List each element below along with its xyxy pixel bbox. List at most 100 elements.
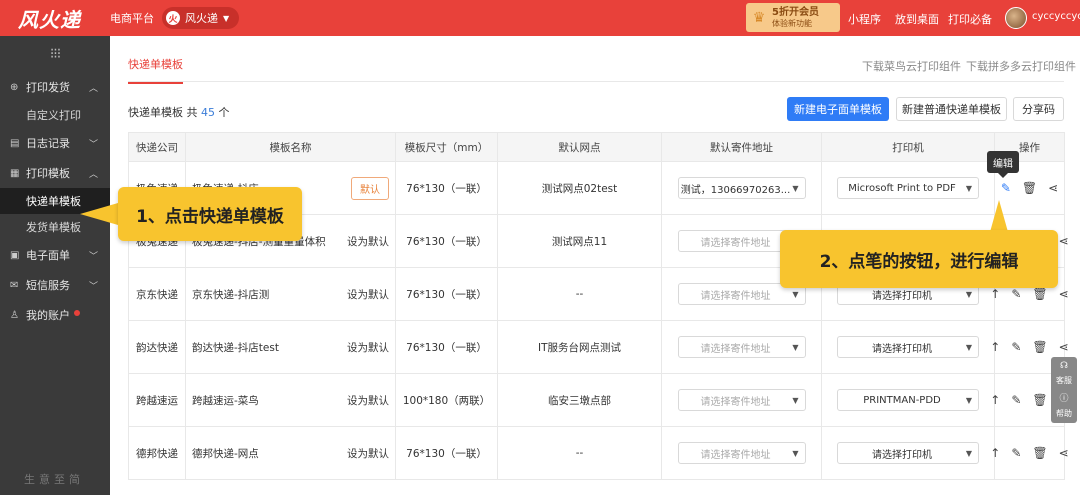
- template-table: 快递公司 模板名称 模板尺寸（mm） 默认网点 默认寄件地址 打印机 操作 极兔…: [128, 132, 1069, 480]
- header-company: 快递公司: [128, 133, 186, 161]
- sidebar-item-logs[interactable]: ▤ 日志记录 ﹀: [0, 128, 110, 158]
- sidebar-item-custom-print[interactable]: 自定义打印: [0, 102, 110, 128]
- outlet-cell: --: [498, 268, 662, 320]
- callout-step2: 2、点笔的按钮，进行编辑: [780, 230, 1058, 288]
- template-count: 快递单模板 共 45 个: [128, 106, 230, 119]
- set-default-button[interactable]: 设为默认: [347, 393, 389, 408]
- username[interactable]: cyccyccyc: [1032, 11, 1080, 22]
- printer-cell: Microsoft Print to PDF ▼: [822, 162, 995, 214]
- vip-promo-button[interactable]: ♛ 5折开会员 体验新功能: [746, 3, 840, 32]
- size-cell: 76*130（一联）: [396, 268, 498, 320]
- outlet-cell: 临安三墩点部: [498, 374, 662, 426]
- share-icon[interactable]: ⋖: [1048, 181, 1058, 195]
- edit-pencil-icon[interactable]: ✎: [1011, 446, 1021, 460]
- address-value: 请选择寄件地址: [700, 237, 771, 249]
- header-printer: 打印机: [822, 133, 995, 161]
- trash-icon[interactable]: 🗑: [1032, 393, 1047, 407]
- callout-arrow: [990, 200, 1008, 232]
- sidebar-item-print-ship[interactable]: ⊕ 打印发货 ︿: [0, 72, 110, 102]
- trash-icon[interactable]: 🗑: [1032, 446, 1047, 460]
- arrow-up-icon[interactable]: ↑: [990, 340, 1000, 354]
- chevron-up-icon: ︿: [88, 83, 98, 94]
- chevron-down-icon: ﹀: [88, 281, 98, 292]
- share-code-button[interactable]: 分享码: [1013, 97, 1064, 121]
- user-icon: ♙: [10, 309, 19, 321]
- trash-icon[interactable]: 🗑: [1032, 340, 1047, 354]
- chevron-down-icon: ▼: [792, 448, 799, 458]
- avatar[interactable]: [1005, 7, 1027, 29]
- printer-value: 请选择打印机: [872, 343, 932, 355]
- sms-icon: ✉: [10, 279, 19, 291]
- vip-title: 5折开会员: [772, 6, 819, 18]
- edit-pencil-icon[interactable]: ✎: [1011, 340, 1021, 354]
- chevron-down-icon: ▼: [965, 395, 972, 405]
- waybill-icon: ▣: [10, 249, 20, 261]
- tab-express-template[interactable]: 快递单模板: [128, 56, 183, 84]
- arrow-up-icon[interactable]: ↑: [990, 393, 1000, 407]
- set-default-button[interactable]: 设为默认: [347, 234, 389, 249]
- size-cell: 76*130（一联）: [396, 162, 498, 214]
- app-logo[interactable]: 风火递: [18, 4, 98, 33]
- address-select[interactable]: 测试，13066970263... ▼: [677, 177, 806, 199]
- chevron-down-icon: ▼: [965, 183, 972, 193]
- shop-badge-icon: 火: [166, 11, 180, 25]
- sidebar-item-print-templates[interactable]: ▦ 打印模板 ︿: [0, 158, 110, 188]
- sidebar-item-electronic-waybill[interactable]: ▣ 电子面单 ﹀: [0, 240, 110, 270]
- edit-pencil-icon[interactable]: ✎: [1011, 393, 1021, 407]
- name-cell: 京东快递-抖店测 设为默认: [186, 268, 396, 320]
- chevron-down-icon: ▼: [965, 289, 972, 299]
- help-label[interactable]: 帮助: [1056, 408, 1072, 419]
- set-default-button[interactable]: 设为默认: [347, 287, 389, 302]
- headset-icon[interactable]: ☊: [1060, 361, 1068, 371]
- address-select[interactable]: 请选择寄件地址 ▼: [677, 442, 806, 464]
- size-cell: 76*130（一联）: [396, 215, 498, 267]
- grid-menu-icon[interactable]: ⁝⁝⁝: [0, 36, 110, 72]
- set-default-button[interactable]: 设为默认: [347, 340, 389, 355]
- help-icon[interactable]: ⓘ: [1059, 391, 1068, 404]
- arrow-up-icon[interactable]: ↑: [990, 446, 1000, 460]
- mini-program-link[interactable]: 小程序: [848, 11, 881, 27]
- trash-icon[interactable]: 🗑: [1022, 181, 1037, 195]
- printer-select[interactable]: 请选择打印机 ▼: [837, 336, 979, 358]
- sidebar-item-account[interactable]: ♙ 我的账户: [0, 300, 110, 330]
- shop-selector[interactable]: 火 风火递 ▼: [162, 7, 240, 29]
- shop-name: 风火递: [185, 12, 218, 25]
- edit-pencil-icon[interactable]: ✎: [1011, 287, 1021, 301]
- set-default-button[interactable]: 设为默认: [347, 446, 389, 461]
- edit-pencil-icon[interactable]: ✎: [1001, 181, 1011, 195]
- download-pdd-link[interactable]: 下载拼多多云打印组件: [966, 58, 1076, 74]
- new-normal-template-button[interactable]: 新建普通快递单模板: [896, 97, 1007, 121]
- add-to-desktop-link[interactable]: 放到桌面: [895, 11, 939, 27]
- share-icon[interactable]: ⋖: [1059, 287, 1069, 301]
- company-cell: 京东快递: [128, 268, 186, 320]
- trash-icon[interactable]: 🗑: [1032, 287, 1047, 301]
- sidebar-item-sms[interactable]: ✉ 短信服务 ﹀: [0, 270, 110, 300]
- default-badge: 默认: [351, 176, 389, 200]
- header-address: 默认寄件地址: [662, 133, 822, 161]
- chevron-down-icon: ▼: [792, 395, 799, 405]
- share-icon[interactable]: ⋖: [1059, 446, 1069, 460]
- header-outlet: 默认网点: [498, 133, 662, 161]
- chevron-down-icon: ﹀: [88, 139, 98, 150]
- printer-value: 请选择打印机: [872, 290, 932, 302]
- header-name: 模板名称: [186, 133, 396, 161]
- printer-select[interactable]: PRINTMAN-PDD ▼: [837, 389, 979, 411]
- printer-select[interactable]: Microsoft Print to PDF ▼: [837, 177, 979, 199]
- address-cell: 请选择寄件地址 ▼: [662, 374, 822, 426]
- footer-slogan: 生意至简: [24, 473, 84, 486]
- address-select[interactable]: 请选择寄件地址 ▼: [677, 389, 806, 411]
- address-select[interactable]: 请选择寄件地址 ▼: [677, 336, 806, 358]
- new-electronic-template-button[interactable]: 新建电子面单模板: [787, 97, 889, 121]
- arrow-up-icon[interactable]: ↑: [990, 287, 1000, 301]
- printer-select[interactable]: 请选择打印机 ▼: [837, 442, 979, 464]
- download-cainiao-link[interactable]: 下载菜鸟云打印组件: [862, 58, 961, 74]
- print-essentials-link[interactable]: 打印必备: [948, 11, 992, 27]
- company-cell: 韵达快递: [128, 321, 186, 373]
- share-icon[interactable]: ⋖: [1059, 234, 1069, 248]
- template-name: 京东快递-抖店测: [192, 288, 270, 301]
- address-value: 测试，13066970263...: [680, 184, 791, 196]
- company-cell: 德邦快递: [128, 427, 186, 479]
- top-bar: 风火递 电商平台 火 风火递 ▼ ♛ 5折开会员 体验新功能 小程序 放到桌面 …: [0, 0, 1080, 36]
- share-icon[interactable]: ⋖: [1059, 340, 1069, 354]
- service-label[interactable]: 客服: [1056, 375, 1072, 386]
